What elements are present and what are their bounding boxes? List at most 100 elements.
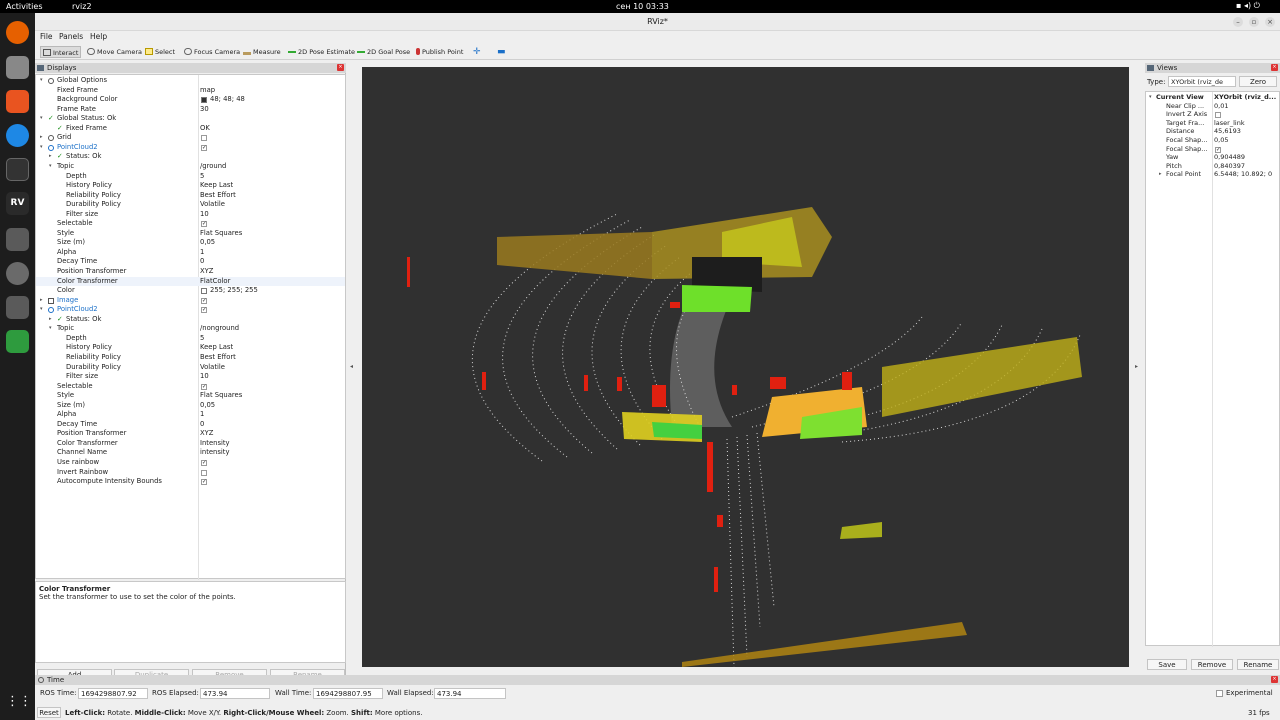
menu-panels[interactable]: Panels — [59, 32, 83, 41]
menu-help[interactable]: Help — [90, 32, 107, 41]
zero-button[interactable]: Zero — [1239, 76, 1277, 87]
active-app-label[interactable]: rviz2 — [72, 2, 92, 11]
property-value[interactable]: Best Effort — [200, 191, 236, 201]
property-checkbox[interactable] — [201, 135, 207, 142]
property-value[interactable]: XYZ — [200, 267, 213, 277]
ros-time-field[interactable]: 1694298807.92 — [78, 688, 148, 699]
display-row[interactable]: Color 255; 255; 255 — [36, 286, 345, 296]
property-value[interactable]: /nonground — [200, 324, 239, 334]
property-checkbox[interactable]: ✓ — [201, 307, 207, 314]
property-checkbox[interactable]: ✓ — [201, 460, 207, 466]
goal-pose-tool[interactable]: 2D Goal Pose — [355, 46, 412, 58]
apps-grid-icon[interactable]: ⋮⋮⋮ — [6, 690, 45, 713]
expand-arrow-icon[interactable]: ▾ — [40, 114, 43, 124]
disk-icon[interactable] — [6, 262, 29, 285]
view-row[interactable]: Pitch 0,840397 — [1146, 162, 1280, 171]
display-row[interactable]: Durability Policy Volatile — [36, 200, 345, 210]
remove-tool-icon[interactable]: ▬ — [495, 46, 508, 58]
display-row[interactable]: Size (m) 0,05 — [36, 238, 345, 248]
expand-arrow-icon[interactable]: ▸ — [40, 133, 43, 143]
view-row[interactable]: Distance 45,6193 — [1146, 127, 1280, 136]
pose-estimate-tool[interactable]: 2D Pose Estimate — [286, 46, 357, 58]
display-row[interactable]: Style Flat Squares — [36, 229, 345, 239]
view-property-value[interactable]: 0,05 — [1214, 136, 1228, 145]
close-panel-icon[interactable]: × — [337, 64, 344, 71]
expand-arrow-icon[interactable]: ▾ — [40, 305, 43, 315]
property-value[interactable]: XYZ — [200, 429, 213, 439]
view-row[interactable]: Invert Z Axis — [1146, 110, 1280, 119]
display-row[interactable]: Use rainbow ✓ — [36, 458, 345, 468]
select-tool[interactable]: Select — [143, 46, 177, 58]
display-row[interactable]: Alpha 1 — [36, 248, 345, 258]
system-tray-icons[interactable]: ▪ ◂) ⏻ — [1236, 1, 1260, 11]
view-row[interactable]: Near Clip ... 0,01 — [1146, 102, 1280, 111]
view-property-value[interactable]: XYOrbit (rviz_d... — [1214, 93, 1276, 102]
expand-arrow-icon[interactable]: ▾ — [40, 143, 43, 153]
display-row[interactable]: Depth 5 — [36, 334, 345, 344]
display-row[interactable]: History Policy Keep Last — [36, 343, 345, 353]
display-row[interactable]: ✓ Fixed Frame OK — [36, 124, 345, 134]
property-value[interactable]: 1 — [200, 248, 204, 258]
move-camera-tool[interactable]: Move Camera — [85, 46, 144, 58]
wall-elapsed-field[interactable]: 473.94 — [434, 688, 506, 699]
terminal-icon[interactable] — [6, 158, 29, 181]
color-swatch[interactable] — [201, 97, 207, 104]
maximize-button[interactable]: ▫ — [1249, 17, 1259, 27]
property-value[interactable]: Intensity — [200, 439, 230, 449]
property-value[interactable]: FlatColor — [200, 277, 230, 287]
activities-button[interactable]: Activities — [6, 2, 43, 11]
display-row[interactable]: ▸ Image ✓ — [36, 296, 345, 306]
view-property-value[interactable]: 45,6193 — [1214, 127, 1241, 136]
display-row[interactable]: Decay Time 0 — [36, 257, 345, 267]
property-checkbox[interactable]: ✓ — [201, 383, 207, 390]
expand-arrow-icon[interactable]: ▸ — [49, 315, 52, 325]
menu-file[interactable]: File — [40, 32, 53, 41]
display-row[interactable]: ▾ Topic/nonground — [36, 324, 345, 334]
publish-point-tool[interactable]: Publish Point — [414, 46, 465, 58]
property-checkbox[interactable]: ✓ — [201, 297, 207, 304]
wall-time-field[interactable]: 1694298807.95 — [313, 688, 383, 699]
display-row[interactable]: Depth 5 — [36, 172, 345, 182]
display-row[interactable]: Style Flat Squares — [36, 391, 345, 401]
expand-arrow-icon[interactable]: ▾ — [40, 76, 43, 86]
interact-tool[interactable]: Interact — [40, 46, 82, 58]
display-row[interactable]: Selectable ✓ — [36, 382, 345, 392]
close-panel-icon[interactable]: × — [1271, 64, 1278, 71]
expand-arrow-icon[interactable]: ▾ — [49, 324, 52, 334]
view-row[interactable]: Focal Shap... 0,05 — [1146, 136, 1280, 145]
ros-elapsed-field[interactable]: 473.94 — [200, 688, 270, 699]
property-value[interactable]: Keep Last — [200, 343, 233, 353]
save-view-button[interactable]: Save — [1147, 659, 1187, 670]
property-value[interactable]: map — [200, 86, 215, 96]
color-swatch[interactable] — [201, 288, 207, 295]
display-row[interactable]: Selectable ✓ — [36, 219, 345, 229]
property-checkbox[interactable]: ✓ — [201, 479, 207, 486]
view-row[interactable]: ▾ Current View XYOrbit (rviz_d... — [1146, 93, 1280, 102]
collapse-left-icon[interactable]: ◂ — [350, 363, 353, 370]
reset-button[interactable]: Reset — [37, 707, 61, 718]
property-checkbox[interactable] — [201, 469, 207, 476]
property-checkbox[interactable]: ✓ — [201, 221, 207, 228]
help-icon[interactable] — [6, 124, 29, 147]
display-row[interactable]: ▸ ✓ Status: Ok — [36, 152, 345, 162]
display-row[interactable]: Reliability Policy Best Effort — [36, 191, 345, 201]
display-row[interactable]: Size (m) 0,05 — [36, 401, 345, 411]
display-row[interactable]: Filter size 10 — [36, 372, 345, 382]
view-property-value[interactable]: 6.5448; 10.892; 0 — [1214, 170, 1272, 179]
display-row[interactable]: Fixed Frame map — [36, 86, 345, 96]
property-value[interactable]: 0 — [200, 257, 204, 267]
firefox-icon[interactable] — [6, 21, 29, 44]
drive-icon[interactable] — [6, 296, 29, 319]
display-row[interactable]: Channel Name intensity — [36, 448, 345, 458]
display-row[interactable]: ▾ Global Options — [36, 76, 345, 86]
trash-icon[interactable] — [6, 330, 29, 353]
focus-camera-tool[interactable]: Focus Camera — [182, 46, 242, 58]
display-row[interactable]: Position Transformer XYZ — [36, 429, 345, 439]
expand-arrow-icon[interactable]: ▾ — [49, 162, 52, 172]
property-value[interactable]: 1 — [200, 410, 204, 420]
view-row[interactable]: Focal Shap... ✓ — [1146, 145, 1280, 154]
drive-icon[interactable] — [6, 228, 29, 251]
expand-arrow-icon[interactable]: ▸ — [1159, 170, 1162, 179]
rename-view-button[interactable]: Rename — [1237, 659, 1279, 670]
display-row[interactable]: Color Transformer Intensity — [36, 439, 345, 449]
